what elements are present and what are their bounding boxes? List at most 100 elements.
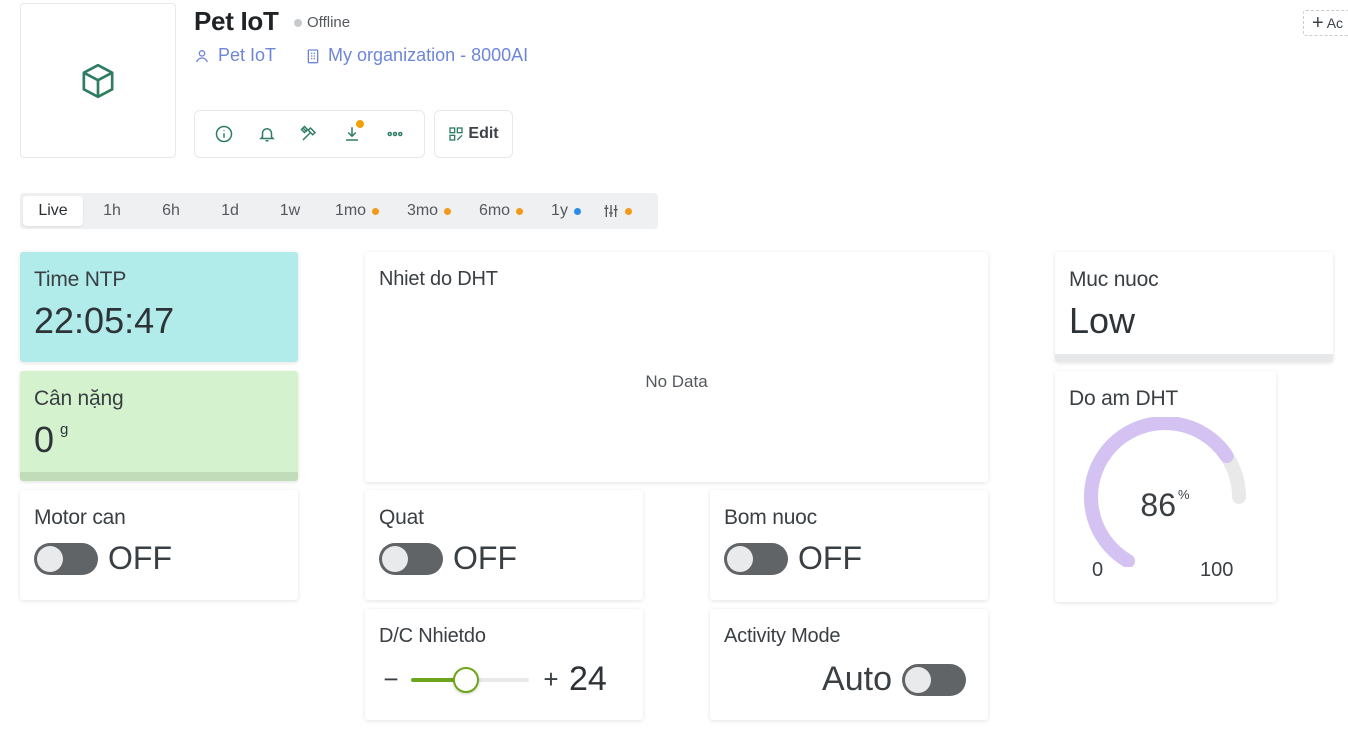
widget-label: Time NTP (34, 268, 127, 291)
tab-live[interactable]: Live (23, 196, 83, 226)
widget-pump: Bom nuoc OFF (710, 490, 988, 600)
widget-label: Activity Mode (724, 625, 841, 647)
tab-label: 1d (221, 202, 239, 219)
widget-label: Quat (379, 506, 424, 529)
toggle-knob (37, 545, 63, 572)
organization-link[interactable]: My organization - 8000AI (328, 45, 528, 66)
tab-label: 1mo (334, 202, 367, 219)
update-badge (356, 120, 365, 128)
gauge-min: 0 (1092, 559, 1104, 581)
bell-icon (259, 128, 275, 142)
pump-toggle[interactable] (724, 542, 788, 575)
setpoint-slider[interactable] (411, 665, 529, 695)
status-text: Offline (307, 14, 351, 31)
tab-label: 3mo (406, 202, 439, 219)
fan-toggle[interactable] (379, 542, 443, 575)
edit-button[interactable]: Edit (434, 110, 513, 158)
gauge: 86% (1075, 416, 1255, 569)
widget-weight: Cân nặng 0g (20, 371, 298, 481)
building-icon (307, 48, 319, 63)
tab-3mo[interactable]: 3mo (393, 196, 465, 226)
toggle-knob (382, 545, 408, 572)
download-button[interactable] (336, 118, 368, 150)
widget-value: 22:05:47 (34, 300, 175, 341)
increment-button[interactable]: + (539, 664, 563, 695)
user-icon (196, 49, 208, 62)
tab-label: 6h (162, 202, 180, 219)
slider-thumb[interactable] (453, 666, 480, 693)
premium-dot (624, 207, 632, 215)
widget-label: Nhiet do DHT (379, 268, 498, 290)
widget-time-ntp: Time NTP 22:05:47 (20, 252, 298, 362)
toggle-state: OFF (108, 540, 172, 576)
more-button[interactable] (379, 118, 411, 150)
tab-label: 1y (551, 202, 568, 219)
add-button[interactable]: + Ac (1303, 10, 1348, 36)
premium-dot (573, 207, 581, 215)
widget-label: Do am DHT (1069, 387, 1179, 410)
toggle-knob (905, 666, 931, 693)
device-title: Pet IoT (194, 6, 279, 36)
widget-footer (20, 472, 298, 481)
setpoint-value: 24 (569, 660, 607, 698)
widget-label: Bom nuoc (724, 506, 817, 529)
edit-dashboard-icon (449, 127, 464, 141)
tab-1d[interactable]: 1d (201, 196, 259, 226)
widget-temperature-setpoint: D/C Nhietdo − + 24 (365, 609, 643, 720)
device-image (20, 3, 176, 158)
mode-toggle[interactable] (902, 663, 966, 696)
widget-water-level: Muc nuoc Low (1055, 252, 1333, 362)
weight-value: 0 (34, 419, 55, 460)
tab-1mo[interactable]: 1mo (321, 196, 393, 226)
chart-empty-message: No Data (645, 372, 708, 391)
tab-label: 1w (279, 202, 301, 219)
decrement-button[interactable]: − (379, 664, 403, 695)
toggle-state: OFF (453, 540, 517, 576)
more-icon (387, 131, 403, 137)
status-badge: Offline (294, 14, 350, 31)
gauge-max: 100 (1200, 559, 1234, 581)
edit-label: Edit (468, 125, 499, 142)
widget-activity-mode: Activity Mode Auto (710, 609, 988, 720)
tab-1y[interactable]: 1y (537, 196, 595, 226)
template-link[interactable]: Pet IoT (218, 45, 276, 66)
tab-6mo[interactable]: 6mo (465, 196, 537, 226)
tab-label: 6mo (478, 202, 511, 219)
humidity-value: 86 (1140, 487, 1177, 523)
device-meta: Pet IoT My organization - 8000AI (194, 45, 528, 66)
widget-label: Cân nặng (34, 387, 124, 410)
sliders-icon (603, 205, 618, 217)
time-range-tabs: Live 1h 6h 1d 1w 1mo 3mo 6mo 1y (20, 193, 658, 229)
tab-1h[interactable]: 1h (83, 196, 141, 226)
widget-motor: Motor can OFF (20, 490, 298, 600)
humidity-unit: % (1178, 487, 1190, 502)
tab-label: Live (38, 202, 68, 219)
cube-icon (82, 63, 114, 98)
gauge-value: 86% (1075, 487, 1255, 524)
plus-icon: + (1312, 12, 1324, 34)
premium-dot (516, 207, 524, 215)
tab-6h[interactable]: 6h (141, 196, 201, 226)
widget-chart-temperature: Nhiet do DHT No Data (365, 252, 988, 482)
add-label: Ac (1326, 15, 1344, 31)
status-dot (294, 18, 302, 27)
premium-dot (444, 207, 452, 215)
widget-value: 0g (34, 419, 284, 461)
widget-fan: Quat OFF (365, 490, 643, 600)
widget-footer (1055, 354, 1333, 362)
widget-value: Low (1069, 300, 1136, 341)
tab-1w[interactable]: 1w (259, 196, 321, 226)
widget-label: Muc nuoc (1069, 268, 1159, 291)
widget-humidity-gauge: Do am DHT 86% 0 100 (1055, 371, 1276, 602)
tab-label: 1h (103, 202, 121, 219)
premium-dot (372, 207, 380, 215)
tools-button[interactable] (293, 118, 325, 150)
info-button[interactable] (208, 118, 240, 150)
toggle-state: OFF (798, 540, 862, 576)
motor-toggle[interactable] (34, 542, 98, 575)
notifications-button[interactable] (251, 118, 283, 150)
weight-unit: g (60, 421, 69, 438)
tab-custom-range[interactable] (595, 196, 639, 226)
info-icon (216, 125, 233, 143)
tools-icon (300, 125, 317, 141)
